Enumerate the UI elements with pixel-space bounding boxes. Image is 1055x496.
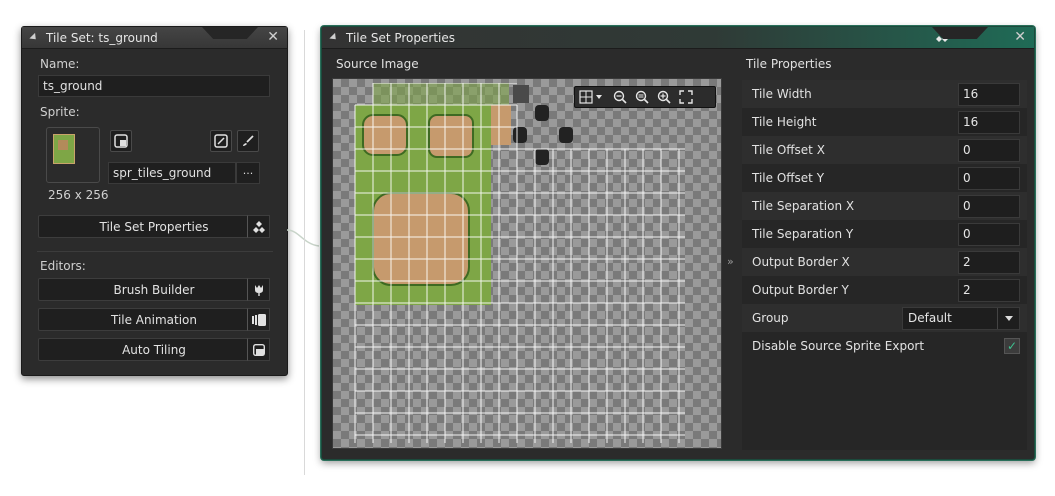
new-sprite-icon: [114, 134, 128, 148]
prop-name: Tile Offset Y: [752, 171, 825, 185]
tileset-title: Tile Set: ts_ground: [46, 30, 158, 45]
source-image-label: Source Image: [336, 57, 419, 71]
prop-name: Tile Separation X: [752, 199, 855, 213]
properties-window-title: Tile Set Properties: [346, 30, 455, 45]
prop-row-tile-offset-y: Tile Offset Y 0: [742, 164, 1027, 192]
prop-name: Output Border Y: [752, 283, 849, 297]
edit-sprite-icon: [214, 134, 228, 148]
prop-row-output-border-x: Output Border X 2: [742, 248, 1027, 276]
prop-name: Output Border X: [752, 255, 850, 269]
animation-icon: [251, 313, 266, 326]
properties-titlebar[interactable]: Tile Set Properties ✕: [322, 27, 1034, 49]
tileset-properties-icon-button[interactable]: [247, 215, 270, 238]
group-label: Group: [752, 311, 789, 325]
diamond-icon: [252, 220, 265, 233]
tile-animation-button[interactable]: Tile Animation: [38, 308, 270, 331]
prop-row-tile-offset-x: Tile Offset X 0: [742, 136, 1027, 164]
titlebar-notch: [202, 27, 258, 39]
auto-tiling-icon-button[interactable]: [247, 338, 270, 361]
tile-width-input[interactable]: 16: [958, 82, 1020, 106]
sprite-label: Sprite:: [40, 105, 80, 119]
disable-export-checkbox[interactable]: ✓: [1004, 338, 1020, 354]
zoom-in-button[interactable]: [653, 87, 675, 107]
zoom-reset-icon: [635, 90, 649, 104]
sprite-thumbnail: [53, 134, 75, 164]
panel-splitter[interactable]: »: [727, 255, 734, 268]
output-border-x-input[interactable]: 2: [958, 250, 1020, 274]
tile-properties-label: Tile Properties: [746, 57, 832, 71]
collapse-icon[interactable]: [29, 32, 39, 43]
prop-row-output-border-y: Output Border Y 2: [742, 276, 1027, 304]
fullscreen-icon: [679, 90, 693, 104]
brush-icon: [243, 135, 254, 146]
chevron-down-icon[interactable]: [997, 307, 1019, 329]
auto-tiling-button[interactable]: Auto Tiling: [38, 338, 270, 361]
grid-icon: [579, 90, 602, 104]
close-icon[interactable]: ✕: [267, 29, 279, 45]
tileset-image: [354, 83, 685, 443]
prop-row-tile-height: Tile Height 16: [742, 108, 1027, 136]
prop-row-tile-width: Tile Width 16: [742, 80, 1027, 108]
image-view-toolbar: [574, 86, 716, 108]
edit-sprite-button[interactable]: [210, 130, 232, 152]
autotile-icon: [252, 343, 265, 356]
sprite-browse-button[interactable]: ···: [236, 162, 260, 184]
zoom-in-icon: [657, 90, 671, 104]
tile-separation-x-input[interactable]: 0: [958, 194, 1020, 218]
editors-divider: [37, 251, 273, 252]
prop-name: Tile Offset X: [752, 143, 825, 157]
tile-offset-x-input[interactable]: 0: [958, 138, 1020, 162]
tile-animation-icon-button[interactable]: [247, 308, 270, 331]
tileset-titlebar[interactable]: Tile Set: ts_ground ✕: [22, 27, 287, 49]
zoom-reset-button[interactable]: [631, 87, 653, 107]
group-select[interactable]: Default: [902, 306, 1020, 330]
group-select-value: Default: [908, 311, 952, 325]
prop-row-tile-separation-x: Tile Separation X 0: [742, 192, 1027, 220]
prop-row-tile-separation-y: Tile Separation Y 0: [742, 220, 1027, 248]
tile-height-input[interactable]: 16: [958, 110, 1020, 134]
check-icon: ✓: [1006, 339, 1018, 353]
prop-row-group: Group Default: [742, 304, 1027, 332]
disable-export-label: Disable Source Sprite Export: [752, 339, 925, 353]
panel-connector: [287, 229, 319, 247]
name-input[interactable]: ts_ground: [38, 75, 270, 97]
sprite-size: 256 x 256: [48, 188, 109, 202]
sprite-name-field[interactable]: spr_tiles_ground: [108, 162, 236, 184]
source-image-viewport[interactable]: [332, 78, 722, 449]
output-border-y-input[interactable]: 2: [958, 278, 1020, 302]
grid-toggle-button[interactable]: [575, 87, 609, 107]
brush-builder-icon-button[interactable]: [247, 278, 270, 301]
prop-name: Tile Width: [752, 87, 812, 101]
tile-offset-y-input[interactable]: 0: [958, 166, 1020, 190]
brush-button[interactable]: [237, 130, 259, 152]
tile-separation-y-input[interactable]: 0: [958, 222, 1020, 246]
canvas-separator: [304, 30, 305, 475]
editors-label: Editors:: [40, 259, 86, 273]
name-label: Name:: [40, 57, 80, 71]
prop-name: Tile Height: [752, 115, 817, 129]
brush-builder-button[interactable]: Brush Builder: [38, 278, 270, 301]
fullscreen-button[interactable]: [675, 87, 697, 107]
tileset-properties-button[interactable]: Tile Set Properties: [38, 215, 270, 238]
zoom-out-button[interactable]: [609, 87, 631, 107]
zoom-out-icon: [613, 90, 627, 104]
prop-row-disable-export: Disable Source Sprite Export ✓: [742, 332, 1027, 360]
collapse-icon[interactable]: [329, 32, 339, 43]
close-icon[interactable]: ✕: [1014, 29, 1026, 45]
new-sprite-button[interactable]: [110, 130, 132, 152]
flower-icon: [254, 284, 263, 296]
prop-name: Tile Separation Y: [752, 227, 854, 241]
